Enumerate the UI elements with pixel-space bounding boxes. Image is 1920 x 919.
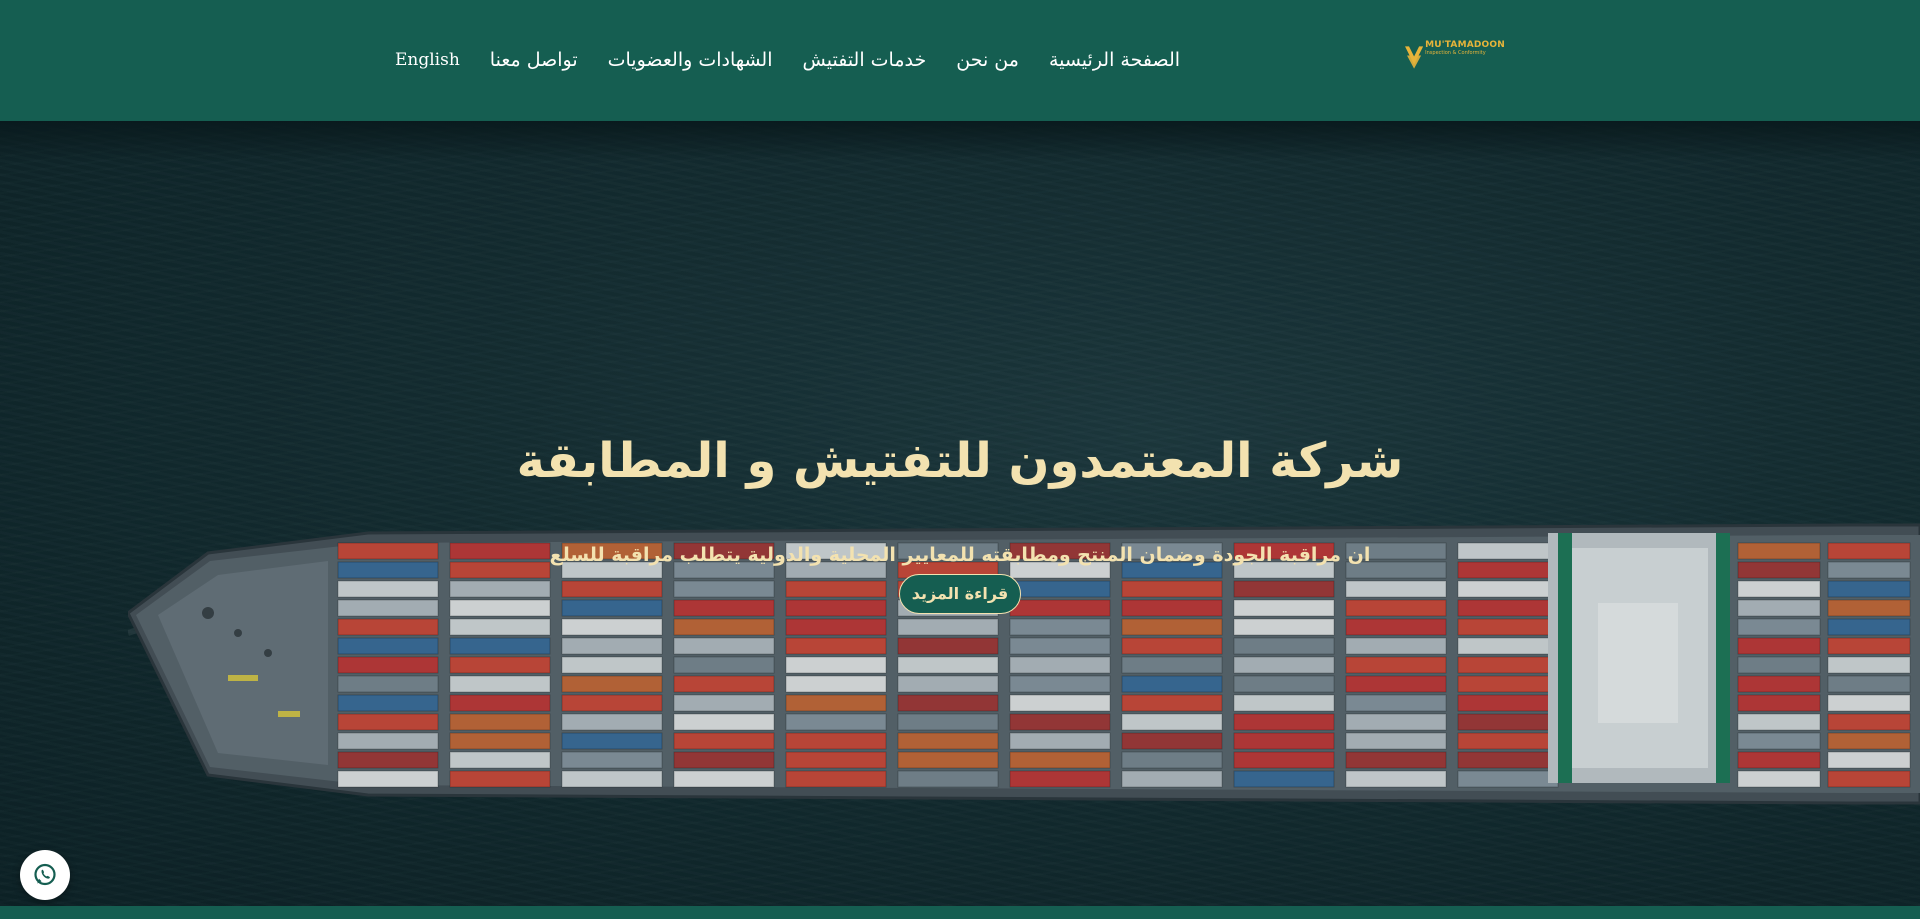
logo-tagline: Inspection & Conformity	[1425, 50, 1486, 56]
nav-item-home[interactable]: الصفحة الرئيسية	[1034, 44, 1195, 76]
nav-item-certificates[interactable]: الشهادات والعضويات	[593, 44, 788, 76]
nav-item-contact[interactable]: تواصل معنا	[475, 44, 593, 76]
nav-item-inspection-services[interactable]: خدمات التفتيش	[788, 44, 942, 76]
whatsapp-button[interactable]	[20, 850, 70, 900]
site-logo[interactable]: MU'TAMADOON Inspection & Conformity	[1405, 34, 1505, 82]
site-header: English تواصل معنا الشهادات والعضويات خد…	[0, 0, 1920, 121]
logo-text: MU'TAMADOON Inspection & Conformity	[1425, 40, 1505, 57]
logo-mark-icon	[1405, 46, 1424, 69]
hero-section: شركة المعتمدون للتفتيش و المطابقة ان مرا…	[0, 121, 1920, 906]
read-more-button[interactable]: قراءة المزيد	[899, 574, 1021, 614]
bottom-strip	[0, 906, 1920, 919]
hero-title: شركة المعتمدون للتفتيش و المطابقة	[516, 433, 1404, 490]
nav-item-english[interactable]: English	[380, 44, 475, 76]
hero-overlay	[0, 121, 1920, 906]
hero-subtitle: ان مراقبة الجودة وضمان المنتج ومطابقته ل…	[549, 544, 1371, 566]
nav-item-about[interactable]: من نحن	[941, 44, 1034, 76]
logo-name: MU'TAMADOON	[1425, 40, 1505, 50]
whatsapp-icon	[34, 863, 56, 886]
main-nav: English تواصل معنا الشهادات والعضويات خد…	[380, 44, 1195, 76]
